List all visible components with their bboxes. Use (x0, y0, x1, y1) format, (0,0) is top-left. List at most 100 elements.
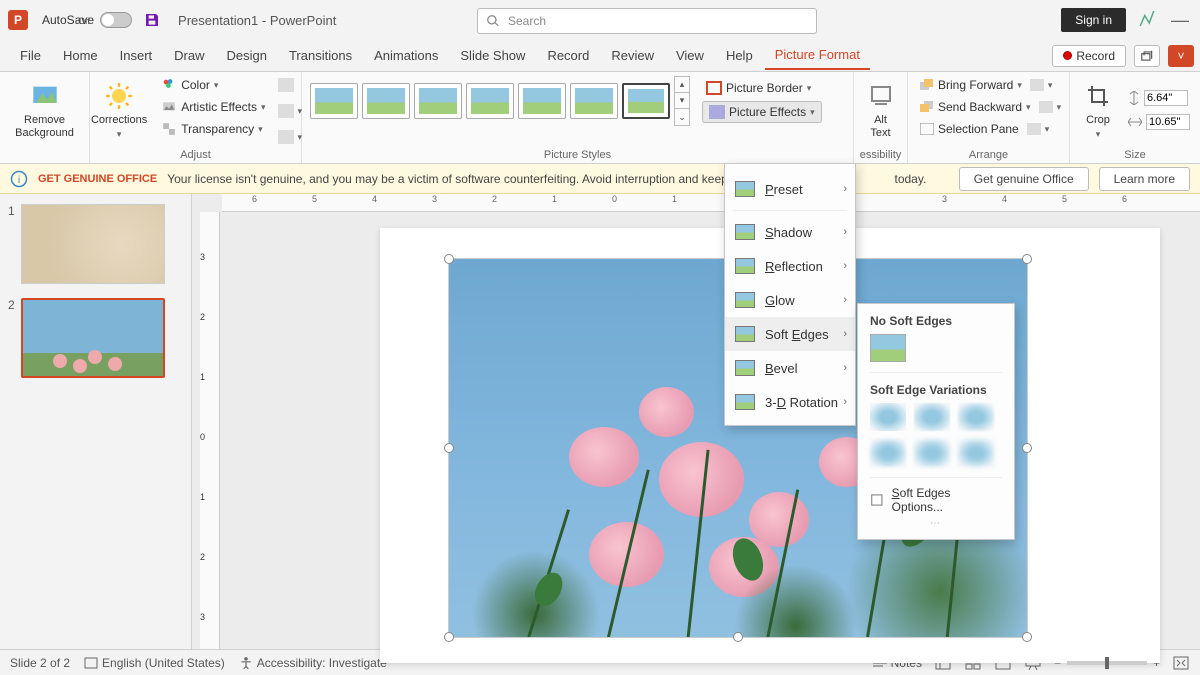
soft-edges-options[interactable]: Soft Edges Options... (870, 477, 1002, 514)
variation-4[interactable] (870, 439, 906, 467)
selection-pane-button[interactable]: Selection Pane (916, 120, 1023, 138)
tab-record[interactable]: Record (537, 42, 599, 69)
style-thumb-7[interactable] (622, 83, 670, 119)
simplify-ribbon-icon[interactable] (1138, 11, 1156, 29)
style-thumb-1[interactable] (310, 83, 358, 119)
effect-soft-edges[interactable]: Soft Edges› (725, 317, 855, 351)
rotate-icon (1027, 123, 1041, 135)
slide-indicator[interactable]: Slide 2 of 2 (10, 656, 70, 670)
variation-1[interactable] (870, 403, 906, 431)
tab-animations[interactable]: Animations (364, 42, 448, 69)
bring-forward-button[interactable]: Bring Forward▾ (916, 76, 1026, 94)
effect-preset[interactable]: Preset› (725, 172, 855, 206)
accessibility-icon (239, 656, 253, 670)
align-icon (1030, 79, 1044, 91)
tab-picture-format[interactable]: Picture Format (765, 41, 870, 70)
learn-more-button[interactable]: Learn more (1099, 167, 1190, 191)
document-title: Presentation1 - PowerPoint (178, 13, 336, 28)
width-input[interactable] (1124, 112, 1194, 132)
align-button[interactable]: ▾ (1026, 76, 1057, 94)
selection-pane-icon (920, 123, 934, 135)
save-icon[interactable] (144, 12, 160, 28)
style-thumb-4[interactable] (466, 83, 514, 119)
tab-design[interactable]: Design (217, 42, 277, 69)
style-thumb-6[interactable] (570, 83, 618, 119)
resize-handle[interactable] (1022, 632, 1032, 642)
no-soft-edges-option[interactable] (870, 334, 906, 362)
effect-bevel[interactable]: Bevel› (725, 351, 855, 385)
border-icon (706, 81, 722, 95)
style-thumb-3[interactable] (414, 83, 462, 119)
zoom-slider[interactable] (1067, 661, 1147, 665)
collapse-ribbon-button[interactable]: ˅ (1168, 45, 1194, 67)
color-button[interactable]: Color▾ (157, 76, 269, 94)
accessibility-indicator[interactable]: Accessibility: Investigate (239, 656, 387, 670)
tab-home[interactable]: Home (53, 42, 108, 69)
fit-to-window-button[interactable] (1172, 655, 1190, 671)
ribbon: Remove Background Corrections▾ Color▾ Ar… (0, 72, 1200, 164)
options-icon (870, 493, 884, 507)
tab-draw[interactable]: Draw (164, 42, 214, 69)
resize-handle[interactable] (1022, 254, 1032, 264)
variation-3[interactable] (958, 403, 994, 431)
variation-6[interactable] (958, 439, 994, 467)
slide-thumbnails-panel: 1 2 (0, 194, 192, 649)
send-backward-button[interactable]: Send Backward▾ (916, 98, 1035, 116)
resize-handle[interactable] (1022, 443, 1032, 453)
crop-button[interactable]: Crop▾ (1076, 76, 1120, 144)
effect-shadow[interactable]: Shadow› (725, 215, 855, 249)
group-arrange-title: Arrange (908, 149, 1069, 161)
picture-styles-gallery[interactable]: ▴▾⌄ (310, 76, 690, 126)
variations-label: Soft Edge Variations (870, 383, 1002, 397)
tab-transitions[interactable]: Transitions (279, 42, 362, 69)
rotate-button[interactable]: ▾ (1023, 120, 1054, 138)
picture-border-button[interactable]: Picture Border▾ (702, 79, 822, 97)
tab-insert[interactable]: Insert (110, 42, 163, 69)
signin-button[interactable]: Sign in (1061, 8, 1126, 32)
group-picture-styles-title: Picture Styles (302, 149, 853, 161)
tab-file[interactable]: File (10, 42, 51, 69)
remove-background-button[interactable]: Remove Background (9, 76, 80, 144)
resize-handle[interactable] (444, 254, 454, 264)
effect-reflection[interactable]: Reflection› (725, 249, 855, 283)
resize-handle[interactable] (444, 443, 454, 453)
corrections-button[interactable]: Corrections▾ (85, 76, 153, 146)
group-button[interactable]: ▾ (1035, 98, 1066, 116)
soft-edges-submenu: No Soft Edges Soft Edge Variations Soft … (857, 303, 1015, 540)
group-adjust-title: Adjust (90, 149, 301, 161)
style-thumb-2[interactable] (362, 83, 410, 119)
tab-review[interactable]: Review (601, 42, 664, 69)
share-button[interactable] (1134, 45, 1160, 67)
transparency-button[interactable]: Transparency▾ (157, 120, 269, 138)
slide-thumb-2[interactable]: 2 (8, 298, 183, 378)
style-thumb-5[interactable] (518, 83, 566, 119)
gallery-scroll[interactable]: ▴▾⌄ (674, 76, 690, 126)
variation-5[interactable] (914, 439, 950, 467)
artistic-effects-button[interactable]: Artistic Effects▾ (157, 98, 269, 116)
effect-glow[interactable]: Glow› (725, 283, 855, 317)
msg-trail: today. (895, 172, 927, 186)
vertical-ruler: 3 2 1 0 1 2 3 (200, 212, 220, 649)
variation-2[interactable] (914, 403, 950, 431)
language-indicator[interactable]: English (United States) (84, 656, 225, 670)
powerpoint-logo-icon: P (8, 10, 28, 30)
resize-handle[interactable] (444, 632, 454, 642)
get-genuine-button[interactable]: Get genuine Office (959, 167, 1089, 191)
transparency-icon (161, 122, 177, 136)
tab-slide-show[interactable]: Slide Show (450, 42, 535, 69)
minimize-button[interactable]: — (1168, 10, 1192, 31)
reset-icon (278, 130, 294, 144)
autosave-toggle[interactable]: AutoSave Off (42, 12, 132, 28)
picture-effects-button[interactable]: Picture Effects▾ (702, 101, 822, 123)
resize-handle[interactable] (733, 632, 743, 642)
slide-thumb-1[interactable]: 1 (8, 204, 183, 284)
toggle-off-icon[interactable]: Off (100, 12, 132, 28)
search-input[interactable]: Search (477, 8, 817, 34)
record-button[interactable]: Record (1052, 45, 1126, 67)
svg-text:i: i (18, 173, 20, 185)
height-input[interactable] (1124, 88, 1194, 108)
tab-help[interactable]: Help (716, 42, 763, 69)
tab-view[interactable]: View (666, 42, 714, 69)
effect-3d-rotation[interactable]: 3-D Rotation› (725, 385, 855, 419)
alt-text-button[interactable]: Alt Text (859, 76, 903, 144)
